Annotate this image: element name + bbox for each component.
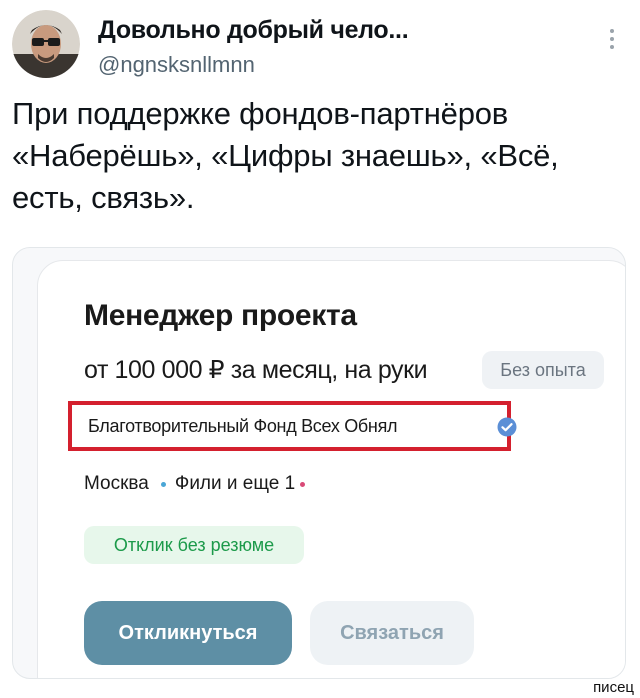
- more-dots-icon[interactable]: [606, 26, 618, 52]
- salary-text: от 100 000 ₽ за месяц, на руки: [84, 356, 428, 384]
- metro-dot-icon: [300, 481, 306, 487]
- company-highlight-box: Благотворительный Фонд Всех Обнял: [68, 401, 517, 451]
- vacancy-title[interactable]: Менеджер проекта: [84, 299, 357, 333]
- tweet-media[interactable]: Менеджер проекта от 100 000 ₽ за месяц, …: [12, 247, 626, 679]
- no-resume-badge: Отклик без резюме: [84, 526, 304, 564]
- author-handle[interactable]: @ngnsksnllmnn: [98, 52, 255, 78]
- vacancy-card[interactable]: Менеджер проекта от 100 000 ₽ за месяц, …: [37, 260, 625, 678]
- respond-button[interactable]: Откликнуться: [84, 601, 292, 665]
- author-name[interactable]: Довольно добрый чело...: [98, 16, 409, 45]
- location-row: Москва Фили и еще 1: [84, 473, 306, 495]
- tweet-text: При поддержке фондов-партнёров «Наберёшь…: [12, 96, 559, 215]
- tweet-header: Довольно добрый чело... @ngnsksnllmnn: [12, 10, 628, 80]
- experience-badge: Без опыта: [482, 351, 604, 389]
- company-name[interactable]: Благотворительный Фонд Всех Обнял: [88, 416, 398, 437]
- watermark: писец: [593, 679, 634, 696]
- location-city: Москва: [84, 473, 149, 494]
- verified-check-icon: [497, 417, 517, 437]
- metro-dot-icon: [160, 481, 166, 487]
- avatar-photo-icon[interactable]: [12, 10, 80, 78]
- contact-button[interactable]: Связаться: [310, 601, 474, 665]
- location-metro[interactable]: Фили и еще 1: [175, 473, 295, 495]
